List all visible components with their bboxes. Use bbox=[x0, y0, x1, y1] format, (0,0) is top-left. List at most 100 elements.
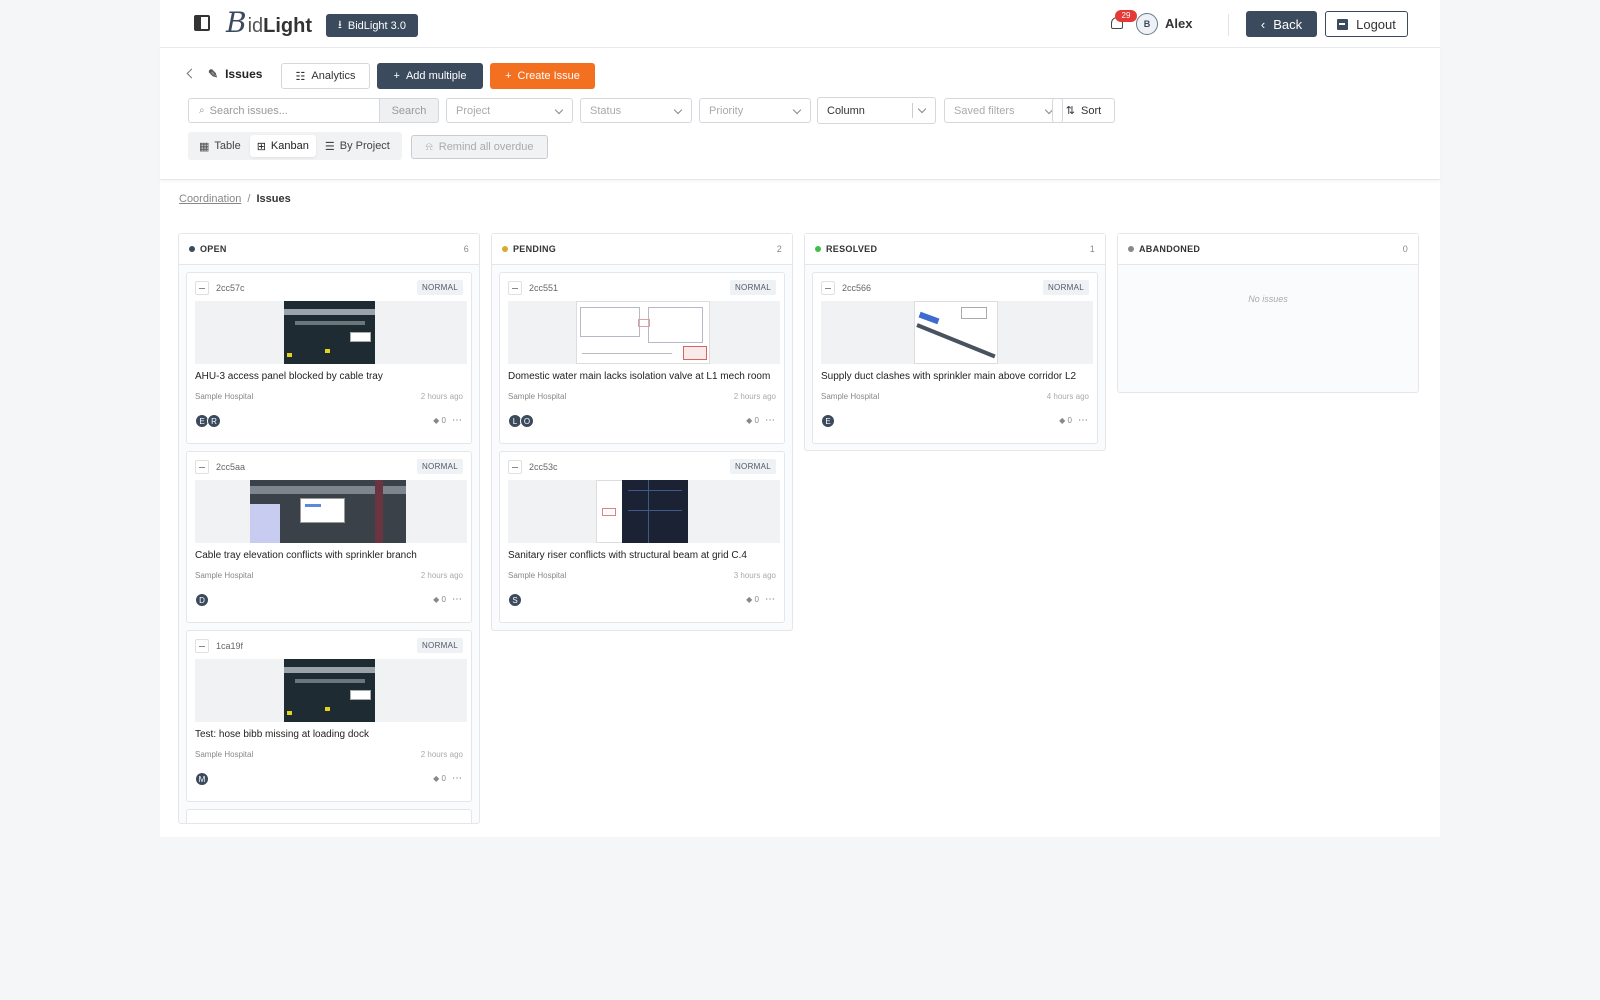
create-issue-button[interactable]: + Create Issue bbox=[490, 63, 595, 89]
column-abandoned: ABANDONED 0 No issues bbox=[1117, 233, 1419, 393]
more-icon[interactable]: ⋯ bbox=[452, 415, 463, 426]
assignee-avatars: S bbox=[508, 593, 522, 607]
view-switcher: ▦ Table ⊞ Kanban ☰ By Project bbox=[188, 132, 402, 160]
more-icon[interactable]: ⋯ bbox=[1078, 415, 1089, 426]
issues-toolbar: ✎ Issues ☷ Analytics + Add multiple + Cr… bbox=[160, 48, 1440, 180]
issue-card-partial[interactable] bbox=[186, 809, 472, 823]
comment-count: ◆ 0 bbox=[1059, 416, 1072, 425]
issue-card[interactable]: 2cc57c NORMAL AHU-3 access panel blocked… bbox=[186, 272, 472, 444]
card-meta: ◆ 0 ⋯ bbox=[746, 594, 776, 605]
chevron-down-icon bbox=[917, 104, 927, 114]
column-header: OPEN 6 bbox=[179, 234, 479, 265]
notification-badge: 29 bbox=[1115, 10, 1137, 22]
issue-id: 2cc53c bbox=[529, 462, 558, 472]
issue-thumbnail bbox=[195, 480, 467, 543]
issue-time: 2 hours ago bbox=[420, 392, 463, 401]
assignee-avatars: E bbox=[821, 414, 835, 428]
column-count: 0 bbox=[1402, 244, 1408, 254]
card-meta: ◆ 0 ⋯ bbox=[433, 594, 463, 605]
column-count: 2 bbox=[776, 244, 782, 254]
plus-icon: + bbox=[393, 70, 400, 82]
issue-thumbnail bbox=[508, 480, 780, 543]
priority-badge: NORMAL bbox=[729, 280, 776, 295]
version-download-button[interactable]: ⭳ BidLight 3.0 bbox=[326, 14, 418, 37]
sidebar-toggle-icon[interactable] bbox=[194, 15, 210, 31]
chevron-down-icon bbox=[673, 105, 683, 115]
tab-by-project[interactable]: ☰ By Project bbox=[318, 135, 397, 157]
search-button[interactable]: Search bbox=[379, 98, 439, 123]
issue-card[interactable]: 2cc566 NORMAL Supply duct clashes with s… bbox=[812, 272, 1098, 444]
column-header: ABANDONED 0 bbox=[1118, 234, 1418, 265]
issue-time: 2 hours ago bbox=[733, 392, 776, 401]
add-multiple-button[interactable]: + Add multiple bbox=[377, 63, 483, 89]
avatar[interactable]: E bbox=[821, 414, 835, 428]
pencil-icon: ✎ bbox=[208, 67, 219, 81]
collapse-icon[interactable] bbox=[195, 639, 209, 653]
user-avatar[interactable]: B bbox=[1136, 13, 1158, 35]
back-button[interactable]: ‹ Back bbox=[1246, 11, 1317, 37]
issue-card[interactable]: 2cc53c NORMAL Sanitary riser conflicts w… bbox=[499, 451, 785, 623]
priority-badge: NORMAL bbox=[416, 280, 463, 295]
avatar[interactable]: M bbox=[195, 772, 209, 786]
priority-badge: NORMAL bbox=[416, 459, 463, 474]
assignee-avatars: E R bbox=[195, 414, 221, 428]
more-icon[interactable]: ⋯ bbox=[452, 773, 463, 784]
more-icon[interactable]: ⋯ bbox=[765, 594, 776, 605]
collapse-chevron-icon[interactable] bbox=[186, 68, 197, 79]
breadcrumb: Coordination / Issues bbox=[179, 193, 291, 205]
issue-title: Sanitary riser conflicts with structural… bbox=[508, 550, 747, 561]
collapse-icon[interactable] bbox=[508, 281, 522, 295]
tab-kanban[interactable]: ⊞ Kanban bbox=[249, 135, 316, 157]
column-header: PENDING 2 bbox=[492, 234, 792, 265]
issue-project: Sample Hospital bbox=[195, 571, 254, 580]
project-filter[interactable]: Project bbox=[446, 98, 573, 123]
status-dot bbox=[1128, 246, 1134, 252]
logout-button[interactable]: Logout bbox=[1325, 11, 1408, 37]
tab-table[interactable]: ▦ Table bbox=[192, 135, 248, 157]
issue-project: Sample Hospital bbox=[195, 392, 254, 401]
remind-all-overdue-button[interactable]: ⍾ Remind all overdue bbox=[411, 135, 548, 159]
breadcrumb-coordination[interactable]: Coordination bbox=[179, 193, 241, 205]
issue-id: 2cc551 bbox=[529, 283, 559, 293]
comment-count: ◆ 0 bbox=[433, 416, 446, 425]
plus-icon: + bbox=[505, 70, 512, 82]
priority-badge: NORMAL bbox=[416, 638, 463, 653]
column-filter[interactable]: Column bbox=[817, 97, 936, 124]
saved-filters-select[interactable]: Saved filters bbox=[944, 98, 1063, 123]
more-icon[interactable]: ⋯ bbox=[765, 415, 776, 426]
collapse-icon[interactable] bbox=[821, 281, 835, 295]
issue-thumbnail bbox=[508, 301, 780, 364]
issue-card[interactable]: 2cc5aa NORMAL Cable tray elevation confl… bbox=[186, 451, 472, 623]
sort-button[interactable]: ⇅ Sort bbox=[1052, 98, 1115, 123]
status-filter[interactable]: Status bbox=[580, 98, 692, 123]
search-input[interactable]: ⌕ Search issues... bbox=[188, 98, 380, 123]
collapse-icon[interactable] bbox=[195, 281, 209, 295]
column-open: OPEN 6 2cc57c NORMAL AHU-3 access panel … bbox=[178, 233, 480, 824]
breadcrumb-separator: / bbox=[247, 193, 251, 205]
app-window: B idLight ⭳ BidLight 3.0 29 B Alex ‹ Bac… bbox=[160, 0, 1440, 837]
issue-time: 2 hours ago bbox=[420, 750, 463, 759]
bidlight-logo[interactable]: B idLight bbox=[226, 8, 312, 38]
divider bbox=[1228, 14, 1229, 36]
avatar[interactable]: O bbox=[520, 414, 534, 428]
list-icon: ☰ bbox=[324, 140, 335, 153]
collapse-icon[interactable] bbox=[508, 460, 522, 474]
user-name[interactable]: Alex bbox=[1165, 16, 1192, 31]
empty-state: No issues bbox=[1248, 294, 1288, 304]
issue-card[interactable]: 2cc551 NORMAL Domestic water main lacks … bbox=[499, 272, 785, 444]
priority-filter[interactable]: Priority bbox=[699, 98, 811, 123]
comment-count: ◆ 0 bbox=[433, 595, 446, 604]
avatar[interactable]: S bbox=[508, 593, 522, 607]
analytics-button[interactable]: ☷ Analytics bbox=[281, 63, 370, 89]
avatar[interactable]: D bbox=[195, 593, 209, 607]
avatar[interactable]: R bbox=[207, 414, 221, 428]
collapse-icon[interactable] bbox=[195, 460, 209, 474]
issue-title: Test: hose bibb missing at loading dock bbox=[195, 729, 369, 740]
assignee-avatars: L O bbox=[508, 414, 534, 428]
issue-project: Sample Hospital bbox=[195, 750, 254, 759]
priority-badge: NORMAL bbox=[1042, 280, 1089, 295]
issue-card[interactable]: 1ca19f NORMAL Test: hose bibb missing at… bbox=[186, 630, 472, 802]
page-title: ✎ Issues bbox=[208, 67, 263, 81]
issue-id: 2cc5aa bbox=[216, 462, 246, 472]
more-icon[interactable]: ⋯ bbox=[452, 594, 463, 605]
